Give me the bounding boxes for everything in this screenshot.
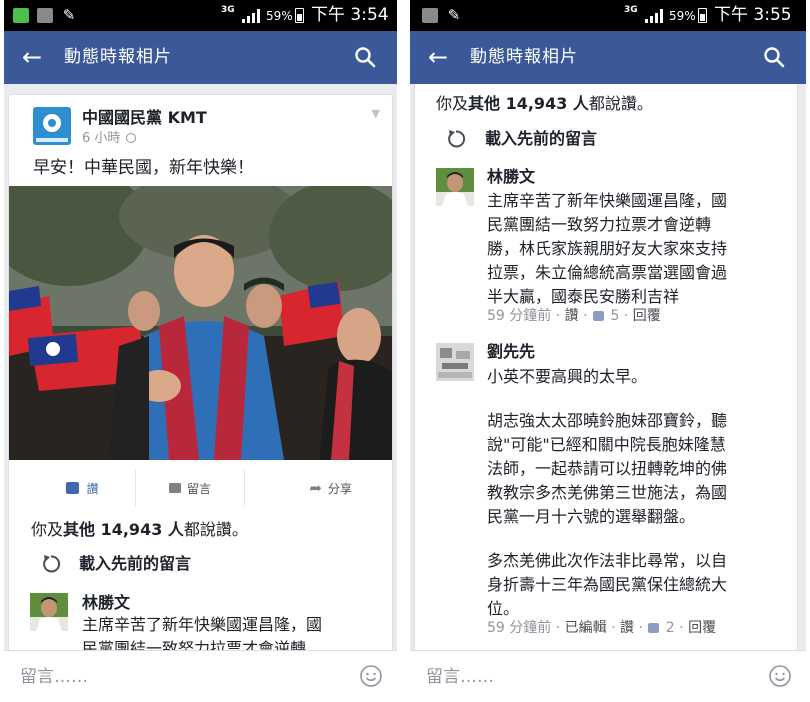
left-phone-screen: ✎ 3G 59% 下午 3:54 ← 動態時報相片 中國國民黨 KMT 6 小時…	[4, 0, 397, 702]
comment-icon	[168, 483, 181, 493]
likes-summary[interactable]: 你及其他 14,943 人都說讚。	[31, 520, 248, 540]
back-arrow-icon[interactable]: ←	[22, 43, 42, 71]
thumbs-up-icon	[65, 482, 79, 494]
search-icon[interactable]	[762, 45, 786, 69]
photo-image	[9, 186, 392, 460]
clock: 下午 3:54	[311, 5, 389, 25]
avatar[interactable]	[436, 168, 474, 206]
globe-icon	[126, 133, 137, 143]
comment-author-name[interactable]: 林勝文	[487, 167, 535, 187]
emoji-icon[interactable]	[359, 664, 383, 688]
comment-input[interactable]	[426, 663, 726, 691]
comment-like-button[interactable]: 讚	[565, 308, 579, 324]
post-photo[interactable]	[9, 186, 392, 460]
load-previous-comments[interactable]: 載入先前的留言	[485, 129, 597, 149]
post-author-name[interactable]: 中國國民黨 KMT	[82, 108, 207, 128]
pen-icon: ✎	[447, 6, 461, 24]
chevron-down-icon[interactable]: ▼	[372, 107, 380, 120]
app-bar: ← 動態時報相片	[410, 31, 806, 84]
emoji-icon[interactable]	[768, 664, 792, 688]
thumbs-up-icon	[592, 311, 604, 321]
battery-icon	[698, 8, 707, 23]
kmt-logo-avatar[interactable]	[33, 107, 71, 145]
post-action-bar: 讚 留言 ➦ 分享	[28, 470, 382, 506]
avatar[interactable]	[30, 593, 68, 631]
reload-icon[interactable]	[40, 553, 62, 575]
clock: 下午 3:55	[714, 5, 792, 25]
party-emblem-icon	[43, 114, 61, 132]
right-phone-screen: ✎ 3G 59% 下午 3:55 ← 動態時報相片 你及其他 14,943 人都…	[410, 0, 806, 702]
share-arrow-icon: ➦	[309, 479, 322, 497]
search-icon[interactable]	[353, 45, 377, 69]
pen-icon: ✎	[62, 6, 76, 24]
comment-composer	[4, 650, 397, 702]
app-bar: ← 動態時報相片	[4, 31, 397, 84]
thumbs-up-icon	[648, 623, 660, 633]
comment-input[interactable]	[20, 663, 320, 691]
signal-icon	[242, 9, 260, 23]
signal-icon	[645, 9, 663, 23]
page-title: 動態時報相片	[64, 47, 172, 67]
comment-meta: 59 分鐘前 · 讚 · 5 · 回覆	[487, 308, 661, 324]
reload-icon[interactable]	[445, 128, 467, 150]
status-bar: ✎ 3G 59% 下午 3:54	[4, 0, 397, 31]
battery-percent: 59%	[669, 9, 696, 23]
line-app-icon	[13, 8, 29, 23]
comment-button[interactable]: 留言	[135, 470, 243, 506]
network-type: 3G	[624, 5, 638, 15]
comment-meta: 59 分鐘前 · 已編輯 · 讚 · 2 · 回覆	[487, 620, 717, 636]
comment-like-count: 2	[665, 620, 675, 636]
share-button[interactable]: ➦ 分享	[243, 470, 382, 506]
battery-percent: 59%	[266, 9, 293, 23]
battery-icon	[295, 8, 304, 23]
comment-author-name[interactable]: 林勝文	[82, 593, 130, 613]
likes-summary[interactable]: 你及其他 14,943 人都說讚。	[436, 94, 653, 114]
comment-author-name[interactable]: 劉先先	[487, 342, 535, 362]
comment-like-count: 5	[610, 308, 620, 324]
post-text: 早安！中華民國，新年快樂！	[33, 158, 254, 178]
comment-reply-button[interactable]: 回覆	[633, 308, 661, 324]
back-arrow-icon[interactable]: ←	[428, 43, 448, 71]
news-app-icon	[422, 8, 438, 23]
post-timestamp: 6 小時	[82, 131, 137, 147]
like-button[interactable]: 讚	[28, 470, 135, 506]
comment-like-button[interactable]: 讚	[620, 620, 634, 636]
comment-reply-button[interactable]: 回覆	[688, 620, 716, 636]
comment-timestamp: 59 分鐘前	[487, 308, 552, 324]
page-title: 動態時報相片	[470, 47, 578, 67]
status-bar: ✎ 3G 59% 下午 3:55	[410, 0, 806, 31]
comment-composer	[410, 650, 806, 702]
network-type: 3G	[221, 5, 235, 15]
comment-timestamp: 59 分鐘前	[487, 620, 552, 636]
avatar[interactable]	[436, 343, 474, 381]
load-previous-comments[interactable]: 載入先前的留言	[79, 554, 191, 574]
comment-edited-label[interactable]: 已編輯	[565, 620, 607, 636]
news-app-icon	[37, 8, 53, 23]
